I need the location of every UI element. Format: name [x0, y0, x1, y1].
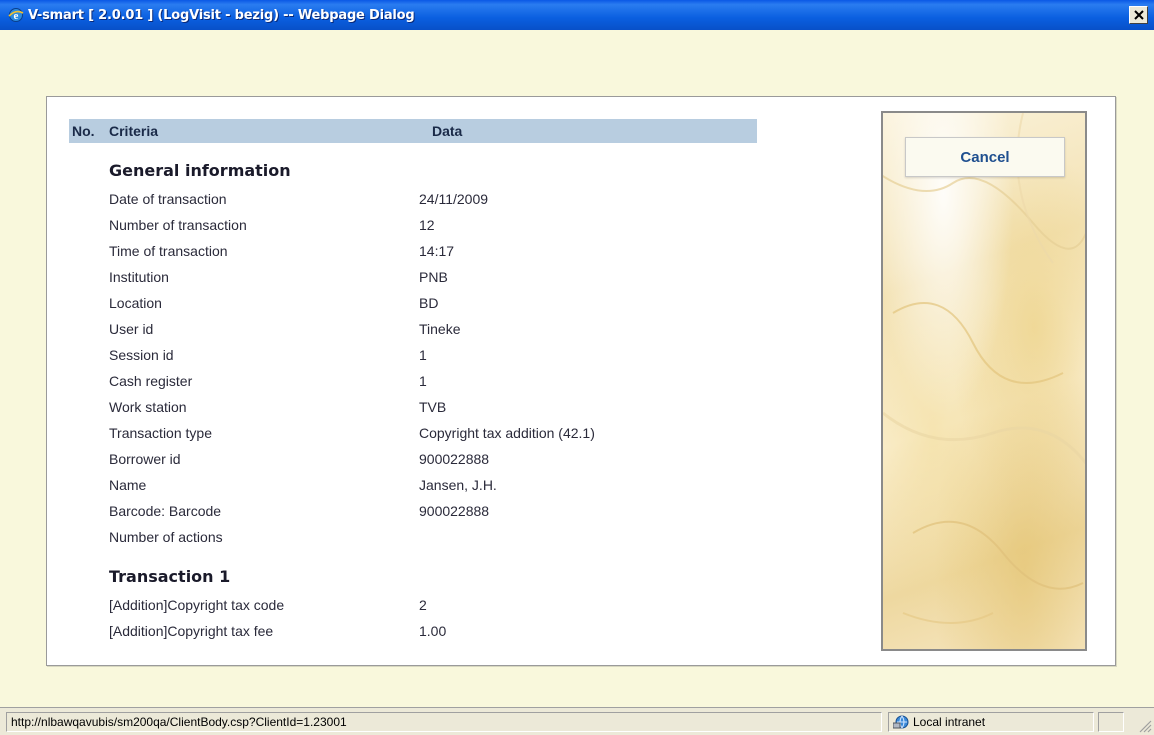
table-row: Borrower id 900022888: [109, 451, 749, 471]
status-url: http://nlbawqavubis/sm200qa/ClientBody.c…: [6, 712, 882, 732]
table-row: User id Tineke: [109, 321, 749, 341]
criteria-cell: Work station: [109, 399, 187, 415]
criteria-cell: Borrower id: [109, 451, 181, 467]
criteria-cell: Transaction type: [109, 425, 212, 441]
table-row: Transaction type Copyright tax addition …: [109, 425, 749, 445]
data-cell: 1.00: [419, 623, 447, 639]
header-no: No.: [72, 123, 95, 139]
marble-background: [883, 113, 1085, 624]
data-cell: 1: [419, 347, 427, 363]
action-panel: Cancel: [881, 111, 1087, 651]
criteria-cell: [Addition]Copyright tax fee: [109, 623, 274, 639]
section-title-general: General information: [109, 161, 291, 180]
status-bar: http://nlbawqavubis/sm200qa/ClientBody.c…: [0, 707, 1154, 735]
ie-icon: e: [8, 8, 24, 22]
criteria-cell: Institution: [109, 269, 169, 285]
window-title: V-smart [ 2.0.01 ] (LogVisit - bezig) --…: [28, 7, 415, 23]
data-cell: Tineke: [419, 321, 461, 337]
criteria-cell: Barcode: Barcode: [109, 503, 222, 519]
criteria-cell: Date of transaction: [109, 191, 227, 207]
data-cell: BD: [419, 295, 439, 311]
security-zone: Local intranet: [888, 712, 1094, 732]
criteria-cell: User id: [109, 321, 154, 337]
data-cell: 1: [419, 373, 427, 389]
criteria-cell: Cash register: [109, 373, 193, 389]
log-visit-panel: No. Criteria Data General information Da…: [46, 96, 1116, 666]
data-cell: TVB: [419, 399, 447, 415]
table-row: Institution PNB: [109, 269, 749, 289]
intranet-icon: [893, 715, 909, 729]
data-cell: Copyright tax addition (42.1): [419, 425, 595, 441]
table-row: Location BD: [109, 295, 749, 315]
data-cell: Jansen, J.H.: [419, 477, 497, 493]
data-cell: PNB: [419, 269, 448, 285]
criteria-cell: Name: [109, 477, 147, 493]
table-row: [Addition]Copyright tax fee 1.00: [109, 623, 749, 643]
table-row: Work station TVB: [109, 399, 749, 419]
table-row: Date of transaction 24/11/2009: [109, 191, 749, 211]
zone-label: Local intranet: [913, 715, 986, 729]
criteria-cell: Number of actions: [109, 529, 223, 545]
criteria-cell: Number of transaction: [109, 217, 247, 233]
table-row: Time of transaction 14:17: [109, 243, 749, 263]
table-row: Number of transaction 12: [109, 217, 749, 237]
data-cell: 12: [419, 217, 435, 233]
criteria-cell: Time of transaction: [109, 243, 228, 259]
criteria-cell: [Addition]Copyright tax code: [109, 597, 285, 613]
data-cell: 900022888: [419, 451, 490, 467]
data-cell: 2: [419, 597, 427, 613]
header-data: Data: [432, 123, 463, 139]
dialog-body: No. Criteria Data General information Da…: [0, 30, 1154, 707]
criteria-cell: Location: [109, 295, 162, 311]
data-cell: 900022888: [419, 503, 490, 519]
data-cell: 24/11/2009: [419, 191, 489, 207]
table-row: Barcode: Barcode 900022888: [109, 503, 749, 523]
resize-grip-icon[interactable]: [1136, 717, 1152, 733]
cancel-button[interactable]: Cancel: [905, 137, 1065, 177]
table-row: [Addition]Copyright tax code 2: [109, 597, 749, 617]
status-panel-empty: [1098, 712, 1124, 732]
header-criteria: Criteria: [109, 123, 159, 139]
table-row: Cash register 1: [109, 373, 749, 393]
criteria-cell: Session id: [109, 347, 174, 363]
section-title-transaction: Transaction 1: [109, 567, 231, 586]
close-icon: [1133, 10, 1144, 20]
table-row: Session id 1: [109, 347, 749, 367]
data-cell: 14:17: [419, 243, 455, 259]
table-header: No. Criteria Data: [69, 119, 757, 143]
title-bar: e V-smart [ 2.0.01 ] (LogVisit - bezig) …: [0, 0, 1154, 30]
close-button[interactable]: [1129, 6, 1148, 24]
table-row: Number of actions: [109, 529, 749, 549]
table-row: Name Jansen, J.H.: [109, 477, 749, 497]
